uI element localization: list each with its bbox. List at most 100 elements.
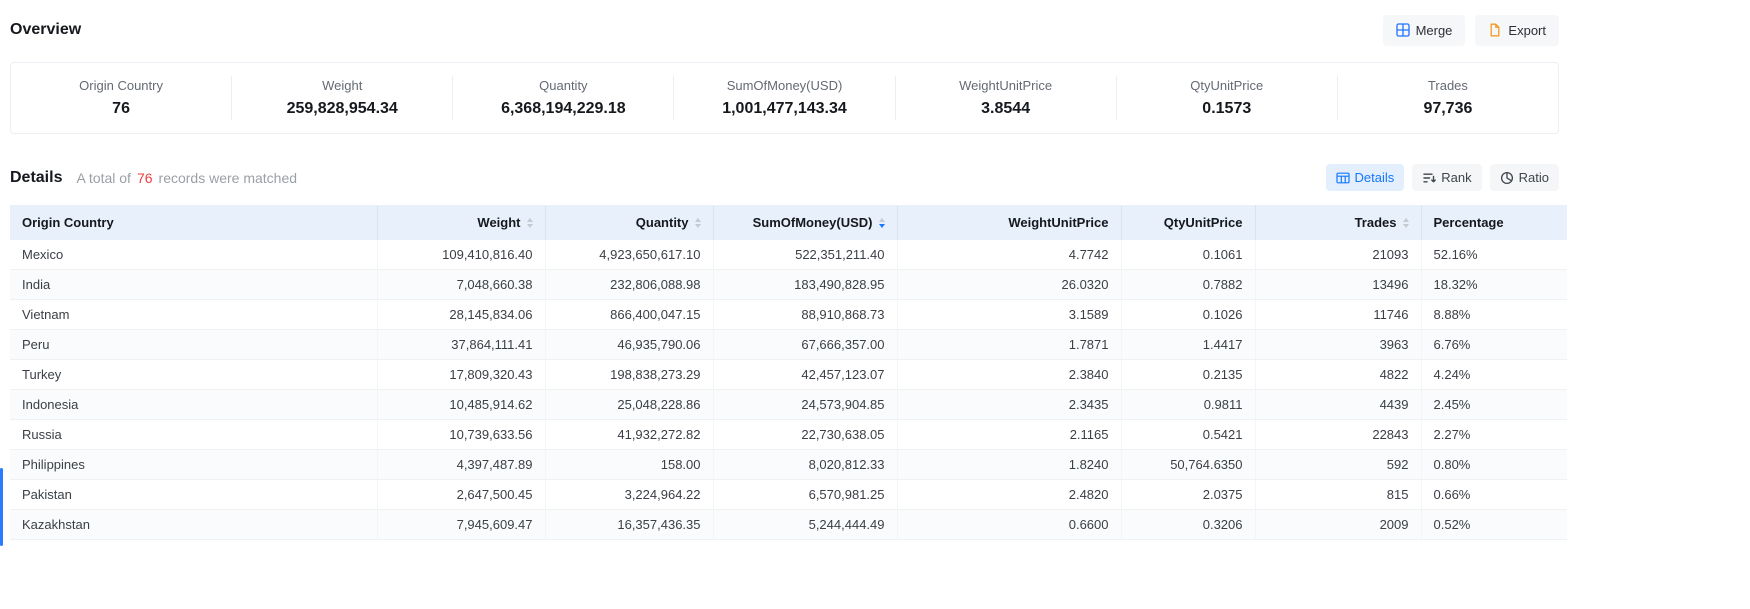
column-header-label: Percentage — [1434, 215, 1504, 230]
sort-icons — [1403, 218, 1409, 228]
summary-value: 0.1573 — [1117, 100, 1337, 118]
summary-card: Origin Country76Weight259,828,954.34Quan… — [10, 62, 1559, 134]
column-header-weightunitprice: WeightUnitPrice — [897, 205, 1121, 240]
cell-origin-country: India — [10, 270, 377, 300]
cell-weight: 10,485,914.62 — [377, 390, 545, 420]
topbar: Overview Merge Export — [10, 10, 1559, 50]
cell-trades: 815 — [1255, 480, 1421, 510]
cell-percentage: 0.52% — [1421, 510, 1567, 540]
cell-percentage: 0.80% — [1421, 450, 1567, 480]
table-row: Philippines4,397,487.89158.008,020,812.3… — [10, 450, 1567, 480]
cell-weightunitprice: 4.7742 — [897, 240, 1121, 270]
view-switcher: Details Rank Ratio — [1326, 164, 1559, 191]
cell-qtyunitprice: 0.5421 — [1121, 420, 1255, 450]
column-header-sumofmoney-usd[interactable]: SumOfMoney(USD) — [713, 205, 897, 240]
cell-trades: 4439 — [1255, 390, 1421, 420]
cell-quantity: 46,935,790.06 — [545, 330, 713, 360]
view-button-label: Ratio — [1519, 170, 1549, 185]
cell-weightunitprice: 2.3435 — [897, 390, 1121, 420]
export-file-icon — [1488, 23, 1502, 37]
summary-label: WeightUnitPrice — [896, 78, 1116, 93]
cell-trades: 21093 — [1255, 240, 1421, 270]
details-title: Details — [10, 169, 62, 187]
column-header-trades[interactable]: Trades — [1255, 205, 1421, 240]
cell-qtyunitprice: 0.2135 — [1121, 360, 1255, 390]
view-button-rank[interactable]: Rank — [1412, 164, 1481, 191]
toolbar: Merge Export — [1383, 15, 1559, 46]
cell-qtyunitprice: 2.0375 — [1121, 480, 1255, 510]
cell-sumofmoney-usd: 5,244,444.49 — [713, 510, 897, 540]
view-button-details[interactable]: Details — [1326, 164, 1405, 191]
export-button[interactable]: Export — [1475, 15, 1559, 46]
summary-item-trades: Trades97,736 — [1338, 76, 1558, 120]
view-button-ratio[interactable]: Ratio — [1490, 164, 1559, 191]
column-header-qtyunitprice: QtyUnitPrice — [1121, 205, 1255, 240]
cell-weightunitprice: 26.0320 — [897, 270, 1121, 300]
cell-weightunitprice: 2.4820 — [897, 480, 1121, 510]
matched-records-summary: A total of76records were matched — [76, 170, 297, 186]
table-row: Indonesia10,485,914.6225,048,228.8624,57… — [10, 390, 1567, 420]
cell-weight: 7,048,660.38 — [377, 270, 545, 300]
cell-origin-country: Vietnam — [10, 300, 377, 330]
table-row: Peru37,864,111.4146,935,790.0667,666,357… — [10, 330, 1567, 360]
summary-value: 259,828,954.34 — [232, 100, 452, 118]
column-header-weight[interactable]: Weight — [377, 205, 545, 240]
summary-item-weight: Weight259,828,954.34 — [232, 76, 453, 120]
cell-qtyunitprice: 0.7882 — [1121, 270, 1255, 300]
cell-percentage: 6.76% — [1421, 330, 1567, 360]
cell-weightunitprice: 1.8240 — [897, 450, 1121, 480]
column-header-label: Weight — [477, 215, 520, 230]
summary-value: 76 — [11, 100, 231, 118]
column-header-label: Origin Country — [22, 215, 114, 230]
cell-qtyunitprice: 0.3206 — [1121, 510, 1255, 540]
cell-origin-country: Turkey — [10, 360, 377, 390]
sort-asc-icon — [879, 218, 885, 222]
cell-weight: 109,410,816.40 — [377, 240, 545, 270]
sort-asc-icon — [695, 218, 701, 222]
cell-weight: 2,647,500.45 — [377, 480, 545, 510]
scrollbar-thumb[interactable] — [0, 468, 3, 546]
table-header-row: Origin Country Weight Quantity SumOfMoney(U… — [10, 205, 1567, 240]
cell-weight: 37,864,111.41 — [377, 330, 545, 360]
table-row: Pakistan2,647,500.453,224,964.226,570,98… — [10, 480, 1567, 510]
summary-item-weightunitprice: WeightUnitPrice3.8544 — [896, 76, 1117, 120]
rank-icon — [1422, 171, 1436, 185]
sort-desc-icon — [695, 224, 701, 228]
sort-asc-icon — [527, 218, 533, 222]
cell-quantity: 198,838,273.29 — [545, 360, 713, 390]
cell-weightunitprice: 0.6600 — [897, 510, 1121, 540]
cell-percentage: 2.27% — [1421, 420, 1567, 450]
cell-percentage: 52.16% — [1421, 240, 1567, 270]
cell-weight: 4,397,487.89 — [377, 450, 545, 480]
column-header-label: Quantity — [636, 215, 689, 230]
column-header-label: WeightUnitPrice — [1008, 215, 1108, 230]
table-icon — [1336, 171, 1350, 185]
cell-quantity: 866,400,047.15 — [545, 300, 713, 330]
merge-button-label: Merge — [1416, 23, 1453, 38]
summary-value: 97,736 — [1338, 100, 1558, 118]
column-header-label: Trades — [1355, 215, 1397, 230]
cell-percentage: 2.45% — [1421, 390, 1567, 420]
table-row: Kazakhstan7,945,609.4716,357,436.355,244… — [10, 510, 1567, 540]
summary-label: QtyUnitPrice — [1117, 78, 1337, 93]
page-title: Overview — [10, 21, 81, 39]
cell-weightunitprice: 2.1165 — [897, 420, 1121, 450]
summary-label: Origin Country — [11, 78, 231, 93]
cell-weightunitprice: 3.1589 — [897, 300, 1121, 330]
cell-weightunitprice: 1.7871 — [897, 330, 1121, 360]
column-header-quantity[interactable]: Quantity — [545, 205, 713, 240]
cell-quantity: 41,932,272.82 — [545, 420, 713, 450]
merge-button[interactable]: Merge — [1383, 15, 1466, 46]
matched-count: 76 — [131, 170, 159, 186]
cell-origin-country: Philippines — [10, 450, 377, 480]
cell-trades: 13496 — [1255, 270, 1421, 300]
sort-icons — [879, 218, 885, 228]
cell-qtyunitprice: 0.1026 — [1121, 300, 1255, 330]
summary-item-qtyunitprice: QtyUnitPrice 0.1573 — [1117, 76, 1338, 120]
column-header-percentage: Percentage — [1421, 205, 1567, 240]
cell-percentage: 0.66% — [1421, 480, 1567, 510]
column-header-origin-country: Origin Country — [10, 205, 377, 240]
cell-qtyunitprice: 1.4417 — [1121, 330, 1255, 360]
details-bar: Details A total of76records were matched… — [10, 164, 1559, 191]
cell-sumofmoney-usd: 522,351,211.40 — [713, 240, 897, 270]
